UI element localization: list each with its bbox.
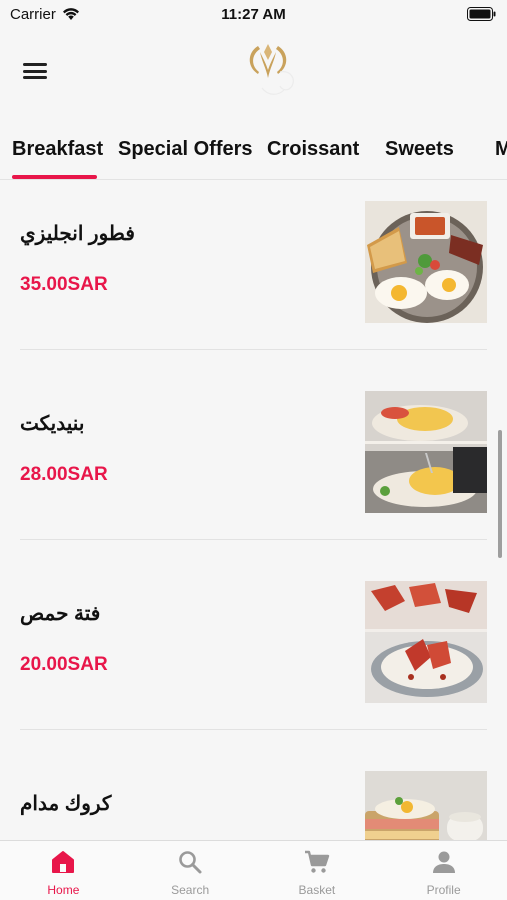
- item-name: فطور انجليزي: [20, 223, 135, 245]
- status-bar: Carrier 11:27 AM: [0, 0, 507, 28]
- cart-icon: [304, 850, 330, 873]
- menu-bar-top: [23, 63, 47, 66]
- tab-breakfast[interactable]: Breakfast: [12, 138, 103, 161]
- item-price: 20.00SAR: [20, 654, 108, 675]
- battery-icon: [467, 7, 496, 21]
- item-name: بنيديكت: [20, 413, 85, 435]
- brand-logo-icon: [249, 44, 294, 95]
- person-icon: [432, 851, 455, 873]
- nav-home[interactable]: Home: [0, 841, 127, 900]
- item-divider: [20, 729, 487, 730]
- search-icon: [179, 851, 202, 874]
- menu-item-list[interactable]: فطور انجليزي 35.00SAR بنيديكت 28.00SAR ف…: [0, 181, 507, 840]
- nav-basket-label: Basket: [298, 883, 336, 897]
- nav-home-label: Home: [47, 883, 80, 897]
- tab-croissant[interactable]: Croissant: [267, 138, 359, 161]
- english-breakfast-photo[interactable]: [365, 201, 487, 323]
- menu-item-card[interactable]: فطور انجليزي 35.00SAR: [0, 181, 507, 371]
- menu-bar-middle: [23, 69, 47, 73]
- wifi-icon: [62, 8, 79, 20]
- nav-search[interactable]: Search: [127, 841, 254, 900]
- tab-more[interactable]: M: [495, 138, 507, 161]
- tab-special-offers[interactable]: Special Offers: [118, 138, 253, 161]
- menu-bar-bottom: [23, 76, 47, 79]
- nav-profile[interactable]: Profile: [380, 841, 507, 900]
- home-icon: [52, 851, 75, 873]
- carrier-label: Carrier: [10, 5, 56, 23]
- app-screen: Carrier 11:27 AM Breakfast Special Offer…: [0, 0, 507, 900]
- croque-madame-photo[interactable]: [365, 771, 487, 840]
- app-header: [0, 28, 507, 120]
- active-tab-indicator: [12, 175, 97, 179]
- hamburger-menu-button[interactable]: [22, 60, 48, 82]
- item-divider: [20, 349, 487, 350]
- bottom-tab-bar: Home Search Basket Profile: [0, 840, 507, 900]
- item-price: 35.00SAR: [20, 274, 108, 295]
- menu-item-card[interactable]: فتة حمص 20.00SAR: [0, 561, 507, 751]
- nav-search-label: Search: [171, 883, 210, 897]
- hummus-fatteh-photo[interactable]: [365, 581, 487, 703]
- category-tabs: Breakfast Special Offers Croissant Sweet…: [0, 120, 507, 180]
- carrier-group: Carrier: [10, 6, 80, 23]
- item-name: فتة حمص: [20, 603, 101, 625]
- eggs-benedict-photo[interactable]: [365, 391, 487, 513]
- nav-basket[interactable]: Basket: [254, 841, 381, 900]
- nav-profile-label: Profile: [426, 883, 461, 897]
- item-price: 28.00SAR: [20, 464, 108, 485]
- scroll-indicator[interactable]: [498, 430, 502, 558]
- tab-sweets[interactable]: Sweets: [385, 138, 454, 161]
- item-name: كروك مدام: [20, 793, 112, 815]
- menu-item-card[interactable]: بنيديكت 28.00SAR: [0, 371, 507, 561]
- menu-item-card[interactable]: كروك مدام: [0, 751, 507, 840]
- item-divider: [20, 539, 487, 540]
